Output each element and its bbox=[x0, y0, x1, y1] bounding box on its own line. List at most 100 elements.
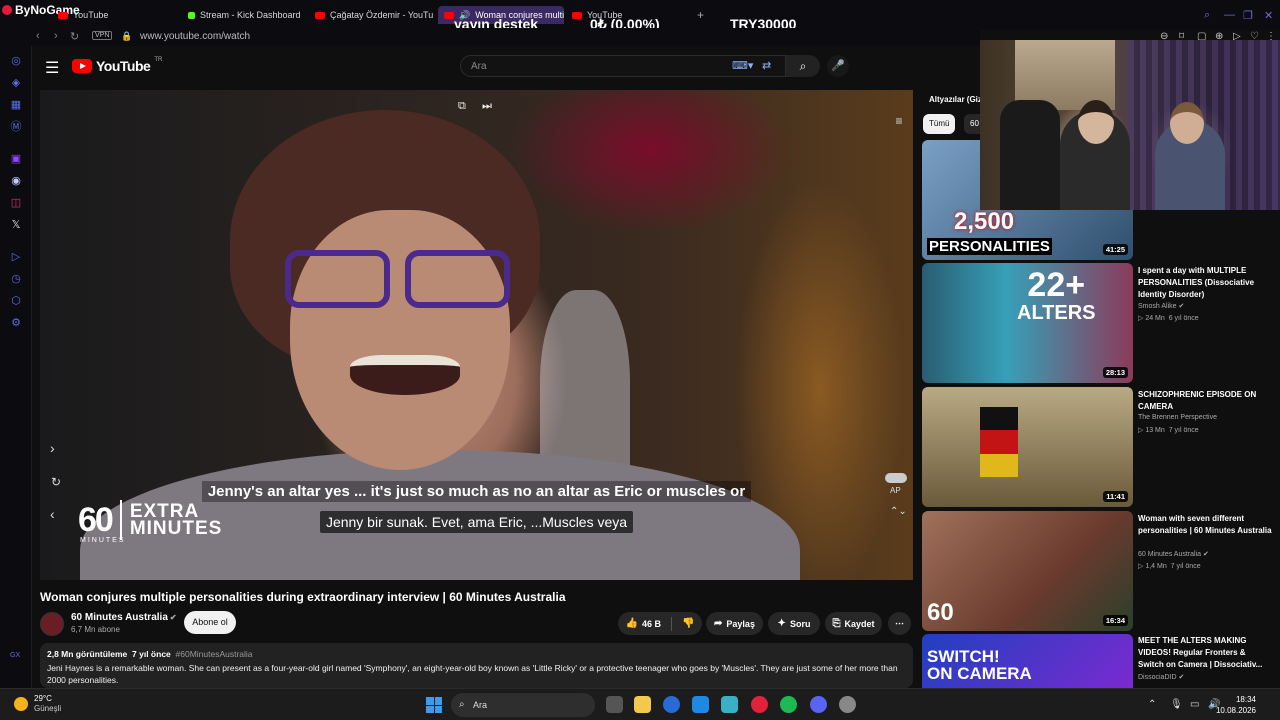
hashtag-link[interactable]: #60MinutesAustralia bbox=[176, 649, 253, 659]
system-clock[interactable]: 18:34 10.08.2026 bbox=[1216, 694, 1256, 716]
more-actions-button[interactable]: ⋯ bbox=[888, 612, 911, 635]
player-sidebar-icon[interactable]: ▷ bbox=[9, 250, 23, 264]
age-text: 7 yıl önce bbox=[1168, 427, 1199, 434]
youtube-logo[interactable]: YouTube TR bbox=[72, 57, 162, 74]
recommendation-channel[interactable]: Smosh Alike ✔ bbox=[1138, 302, 1184, 310]
youtube-favicon-icon bbox=[444, 11, 454, 19]
share-button[interactable]: ➦ Paylaş bbox=[706, 612, 763, 635]
discord-icon[interactable]: ◉ bbox=[9, 174, 23, 188]
keyboard-icon[interactable]: ⌨▾ bbox=[732, 59, 753, 72]
new-tab-button[interactable]: + bbox=[697, 8, 704, 22]
subscribe-button[interactable]: Abone ol bbox=[184, 611, 236, 634]
search-button[interactable]: ⌕ bbox=[786, 55, 820, 77]
reload-icon[interactable]: ↻ bbox=[70, 30, 79, 43]
recommendation-title[interactable]: Woman with seven different personalities… bbox=[1138, 513, 1272, 537]
brand-logo-icon bbox=[2, 5, 12, 15]
spotify-icon[interactable] bbox=[780, 696, 797, 713]
channel-text: 60 Minutes Australia bbox=[1138, 551, 1202, 558]
recommendation-thumbnail[interactable]: 60 16:34 bbox=[922, 511, 1133, 631]
recommendation-thumbnail[interactable]: SWITCH! ON CAMERA bbox=[922, 634, 1133, 688]
voice-search-button[interactable]: 🎤 bbox=[827, 55, 849, 77]
photos-icon[interactable] bbox=[721, 696, 738, 713]
thumbs-up-icon[interactable]: 👍 bbox=[626, 618, 638, 629]
chip-all[interactable]: Tümü bbox=[923, 114, 956, 134]
recommendation-meta: ▷ 1,4 Mn 7 yıl önce bbox=[1138, 563, 1201, 570]
maximize-icon[interactable]: ❐ bbox=[1243, 9, 1253, 22]
discord-icon[interactable] bbox=[810, 696, 827, 713]
ask-label: Soru bbox=[789, 618, 811, 629]
instagram-icon[interactable]: ◫ bbox=[9, 196, 23, 210]
network-icon[interactable]: ▭ bbox=[1190, 699, 1199, 710]
recommendation-item[interactable]: 11:41 SCHIZOPHRENIC EPISODE ON CAMERA Th… bbox=[922, 387, 1274, 507]
gx-m-icon[interactable]: Ⓜ bbox=[9, 120, 23, 134]
gx-control-icon[interactable]: ◎ bbox=[9, 54, 23, 68]
like-count[interactable]: 46 B bbox=[642, 619, 661, 629]
description-meta: 2,8 Mn görüntüleme 7 yıl önce #60Minutes… bbox=[47, 649, 906, 659]
recommendation-title[interactable]: MEET THE ALTERS MAKING VIDEOS! Regular F… bbox=[1138, 635, 1272, 671]
recommendation-channel[interactable]: The Brennen Perspective bbox=[1138, 414, 1217, 421]
thumbs-down-icon[interactable]: 👎 bbox=[682, 618, 694, 629]
outlook-icon[interactable] bbox=[692, 696, 709, 713]
recommendation-item[interactable]: 22+ ALTERS 28:13 I spent a day with MULT… bbox=[922, 263, 1274, 383]
vpn-badge[interactable]: VPN bbox=[92, 31, 113, 40]
video-title: Woman conjures multiple personalities du… bbox=[40, 590, 566, 604]
history-icon[interactable]: ◷ bbox=[9, 272, 23, 286]
opera-gx-icon[interactable] bbox=[751, 696, 768, 713]
youtube-favicon-icon bbox=[315, 11, 325, 19]
playlist-icon[interactable]: ≡ bbox=[889, 114, 909, 132]
recommendation-item[interactable]: SWITCH! ON CAMERA MEET THE ALTERS MAKING… bbox=[922, 634, 1274, 688]
gx-mods-icon[interactable]: ▦ bbox=[9, 98, 23, 112]
recommendation-channel[interactable]: 60 Minutes Australia ✔ bbox=[1138, 550, 1209, 558]
tab-youtube-1[interactable]: YouTube bbox=[58, 6, 178, 24]
url-field[interactable]: www.youtube.com/watch bbox=[140, 31, 250, 42]
close-icon[interactable]: ✕ bbox=[1264, 9, 1273, 22]
logo-minutes: MINUTES bbox=[80, 536, 126, 544]
thumb-text-number: 22+ bbox=[1027, 266, 1086, 304]
recommendation-item[interactable]: 60 16:34 Woman with seven different pers… bbox=[922, 511, 1274, 631]
extensions-icon[interactable]: ⬡ bbox=[9, 294, 23, 308]
x-icon[interactable]: 𝕏 bbox=[9, 218, 23, 232]
minimize-icon[interactable]: — bbox=[1224, 9, 1235, 21]
save-label: Kaydet bbox=[844, 618, 875, 629]
gx-corner-icon[interactable]: ◈ bbox=[9, 76, 23, 90]
hamburger-menu-icon[interactable]: ☰ bbox=[45, 58, 59, 78]
miniplayer-icon[interactable]: ⧉ bbox=[458, 100, 466, 113]
channel-avatar[interactable] bbox=[40, 612, 64, 636]
video-player[interactable]: ⧉ ⏭ ≡ › ↻ ‹ ⌃⌄ AP 60 MINUTES EXTRA MINUT… bbox=[40, 90, 913, 580]
translate-icon[interactable]: ⇄ bbox=[762, 59, 771, 72]
thumb-text-alters: 22+ ALTERS bbox=[1017, 266, 1096, 327]
recommendation-title[interactable]: SCHIZOPHRENIC EPISODE ON CAMERA bbox=[1138, 389, 1272, 413]
twitch-icon[interactable]: ▣ bbox=[9, 152, 23, 166]
gx-label[interactable]: GX bbox=[10, 652, 20, 659]
tab-kick-dashboard[interactable]: Stream - Kick Dashboard bbox=[188, 6, 310, 24]
sun-icon bbox=[14, 697, 28, 711]
ask-button[interactable]: ✦ Soru bbox=[768, 612, 820, 635]
search-tabs-icon[interactable]: ⌕ bbox=[1204, 9, 1210, 22]
settings-icon[interactable]: ⚙ bbox=[9, 316, 23, 330]
recommendation-thumbnail[interactable]: 22+ ALTERS 28:13 bbox=[922, 263, 1133, 383]
taskbar-search[interactable]: ⌕ Ara bbox=[451, 693, 595, 717]
tab-cagatay-youtube[interactable]: Çağatay Özdemir - YouTub bbox=[315, 6, 433, 24]
recommendation-title[interactable]: I spent a day with MULTIPLE PERSONALITIE… bbox=[1138, 265, 1272, 301]
forward-icon[interactable]: › bbox=[54, 30, 58, 42]
weather-widget[interactable]: 29°C Güneşli bbox=[14, 694, 61, 714]
app-store-icon[interactable] bbox=[663, 696, 680, 713]
autoplay-toggle[interactable] bbox=[885, 473, 907, 483]
weather-condition: Güneşli bbox=[34, 704, 62, 713]
microphone-tray-icon[interactable]: 🎙 bbox=[1170, 699, 1183, 710]
chevron-right-icon[interactable]: › bbox=[50, 440, 55, 456]
save-button[interactable]: ⎘ Kaydet bbox=[825, 612, 882, 635]
webcam-head-2 bbox=[1170, 102, 1204, 144]
more-icon: ⋯ bbox=[895, 618, 904, 628]
recommendation-thumbnail[interactable]: 11:41 bbox=[922, 387, 1133, 507]
channel-name[interactable]: 60 Minutes Australia ✔ bbox=[71, 612, 177, 623]
skip-next-icon[interactable]: ⏭ bbox=[482, 100, 492, 113]
task-view-icon[interactable] bbox=[606, 696, 623, 713]
recommendation-channel[interactable]: DissociaDID ✔ bbox=[1138, 673, 1184, 681]
tray-chevron-icon[interactable]: ⌃ bbox=[1148, 699, 1156, 710]
back-icon[interactable]: ‹ bbox=[36, 30, 40, 42]
app-icon[interactable] bbox=[839, 696, 856, 713]
start-button[interactable] bbox=[426, 697, 442, 713]
file-explorer-icon[interactable] bbox=[634, 696, 651, 713]
description-box[interactable]: 2,8 Mn görüntüleme 7 yıl önce #60Minutes… bbox=[40, 643, 913, 688]
